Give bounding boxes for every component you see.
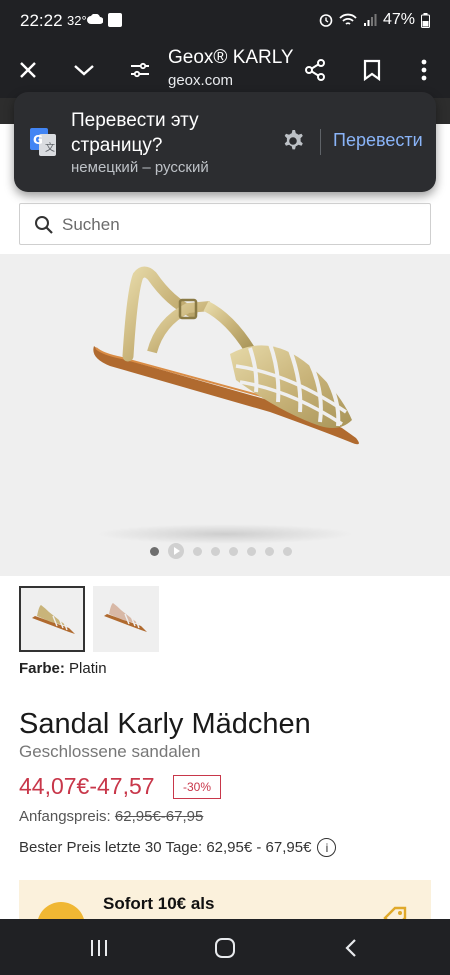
info-icon[interactable]: i [317, 838, 337, 857]
translate-popup: G 文 Перевести эту страницу? немецкий – р… [14, 92, 436, 192]
color-label-key: Farbe: [19, 660, 65, 677]
alarm-icon [319, 14, 333, 27]
translate-button[interactable]: Перевести [333, 130, 423, 151]
wifi-icon [339, 13, 357, 25]
translate-languages: немецкий – русский [71, 159, 209, 176]
status-bar: 22:22 32° 47% [0, 0, 450, 42]
image-shadow [96, 524, 354, 544]
color-value: Platin [69, 660, 107, 677]
gallery-dot[interactable] [211, 546, 220, 556]
discount-badge: -30% [173, 775, 221, 799]
cloud-icon [87, 14, 103, 24]
browser-toolbar: Geox® KARLY geox.com [0, 42, 450, 98]
close-icon[interactable] [10, 52, 46, 88]
color-label: Farbe: Platin [19, 660, 107, 677]
gallery-dot[interactable] [247, 546, 256, 556]
product-category: Geschlossene sandalen [19, 742, 201, 761]
gear-icon[interactable] [279, 127, 307, 155]
best-price-row: Bester Preis letzte 30 Tage: 62,95€ - 67… [19, 838, 337, 857]
best-price-text: Bester Preis letzte 30 Tage: 62,95€ - 67… [19, 839, 312, 856]
page-title: Geox® KARLY [168, 47, 294, 68]
svg-text:文: 文 [45, 141, 55, 154]
svg-text:G: G [33, 133, 43, 147]
color-swatch-platin[interactable] [19, 586, 85, 652]
status-right: 47% [319, 11, 430, 29]
color-swatch-alt[interactable] [93, 586, 159, 652]
product-title: Sandal Karly Mädchen [19, 708, 311, 740]
product-image-gallery[interactable] [0, 254, 450, 576]
search-input[interactable]: Suchen [19, 203, 431, 245]
search-icon [35, 216, 53, 234]
gallery-pagination [150, 543, 292, 559]
gallery-dot[interactable] [193, 546, 202, 556]
google-translate-icon: G 文 [30, 128, 56, 156]
home-icon[interactable] [210, 935, 240, 961]
translate-title: Перевести эту страницу? [71, 110, 199, 156]
page-url: geox.com [168, 72, 234, 89]
gallery-dot[interactable] [229, 546, 238, 556]
recent-apps-icon[interactable] [84, 935, 114, 961]
gallery-dot[interactable] [283, 546, 292, 556]
original-price-row: Anfangspreis: 62,95€-67,95 [19, 808, 203, 825]
status-temperature: 32° [67, 13, 87, 28]
more-vert-icon[interactable] [406, 52, 442, 88]
status-time: 22:22 [20, 11, 63, 30]
bookmark-icon[interactable] [354, 52, 390, 88]
original-price-label: Anfangspreis: [19, 808, 111, 825]
product-image [93, 266, 359, 445]
gallery-dot[interactable] [150, 546, 159, 556]
video-play-icon[interactable] [168, 543, 184, 559]
page-settings-icon[interactable] [122, 52, 158, 88]
search-placeholder: Suchen [62, 215, 120, 234]
battery-percent: 47% [382, 11, 415, 28]
share-icon[interactable] [297, 52, 333, 88]
product-price: 44,07€-47,57 [19, 773, 155, 799]
original-price: 62,95€-67,95 [114, 808, 204, 825]
system-nav-bar [0, 919, 450, 975]
chevron-down-icon[interactable] [66, 52, 102, 88]
divider [320, 129, 321, 155]
back-icon[interactable] [336, 935, 366, 961]
gallery-dot[interactable] [265, 546, 274, 556]
notification-icon [108, 13, 122, 27]
signal-icon [363, 14, 377, 26]
battery-icon [421, 12, 430, 28]
